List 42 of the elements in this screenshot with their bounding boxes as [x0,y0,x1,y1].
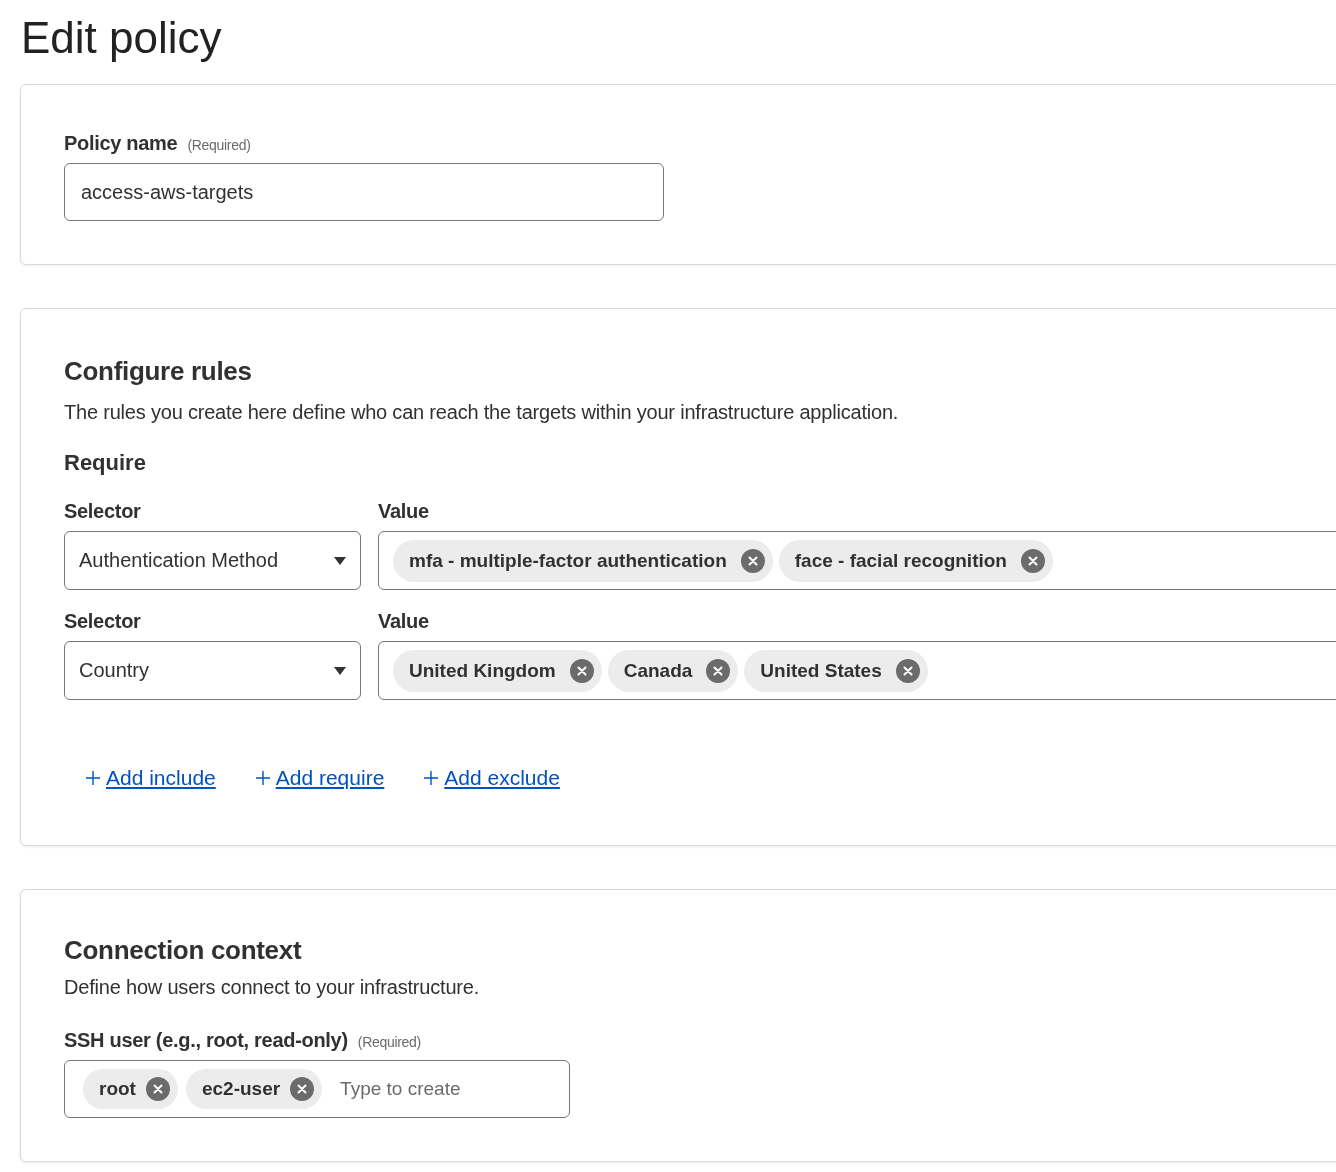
required-note: (Required) [357,1034,421,1050]
field-label: SSH user (e.g., root, read-only) [64,1029,348,1052]
value-chip: ec2-user [185,1069,323,1109]
selector-dropdown[interactable]: Authentication Method [64,531,361,590]
value-field[interactable]: United Kingdom Canada United States [378,641,1336,700]
remove-icon[interactable] [145,1077,170,1101]
field-label: Value [378,500,429,523]
section-description: Define how users connect to your infrastructure. [64,976,481,999]
field-label: Selector [64,610,141,633]
value-field[interactable]: mfa - multiple-factor authentication face - facial recognition [378,531,1336,590]
page-title: Edit policy [20,12,223,64]
caret-icon [333,555,347,566]
value-chip: face - facial recognition [778,539,1053,582]
plus-icon [424,771,439,785]
remove-icon[interactable] [706,658,731,683]
section-title: Connection context [64,934,303,966]
ssh-user-field[interactable]: root ec2-user Type to create [64,1060,570,1118]
value-chip: root [83,1069,178,1109]
subsection-title: Require [64,449,147,477]
remove-icon[interactable] [895,658,920,683]
value-chip: mfa - multiple-factor authentication [393,539,773,582]
remove-icon[interactable] [569,658,594,683]
caret-icon [333,665,347,676]
remove-icon[interactable] [740,548,765,573]
policy-name-input[interactable]: access-aws-targets [64,163,664,221]
value-chip: Canada [607,649,739,692]
section-title: Configure rules [64,355,253,387]
section-description: The rules you create here define who can reach the targets within your infrastructure application. [64,401,900,424]
add-link[interactable]: Add require [255,766,385,790]
value-chip: United Kingdom [393,649,602,692]
selector-dropdown[interactable]: Country [64,641,361,700]
plus-icon [86,771,100,785]
remove-icon[interactable] [290,1077,315,1101]
field-label: Selector [64,500,141,523]
add-link[interactable]: Add include [86,766,216,790]
required-note: (Required) [187,137,251,153]
plus-icon [255,771,270,785]
field-label: Policy name [64,132,178,155]
value-chip: United States [744,649,928,692]
add-link[interactable]: Add exclude [424,766,560,790]
field-label: Value [378,610,429,633]
remove-icon[interactable] [1021,548,1045,573]
